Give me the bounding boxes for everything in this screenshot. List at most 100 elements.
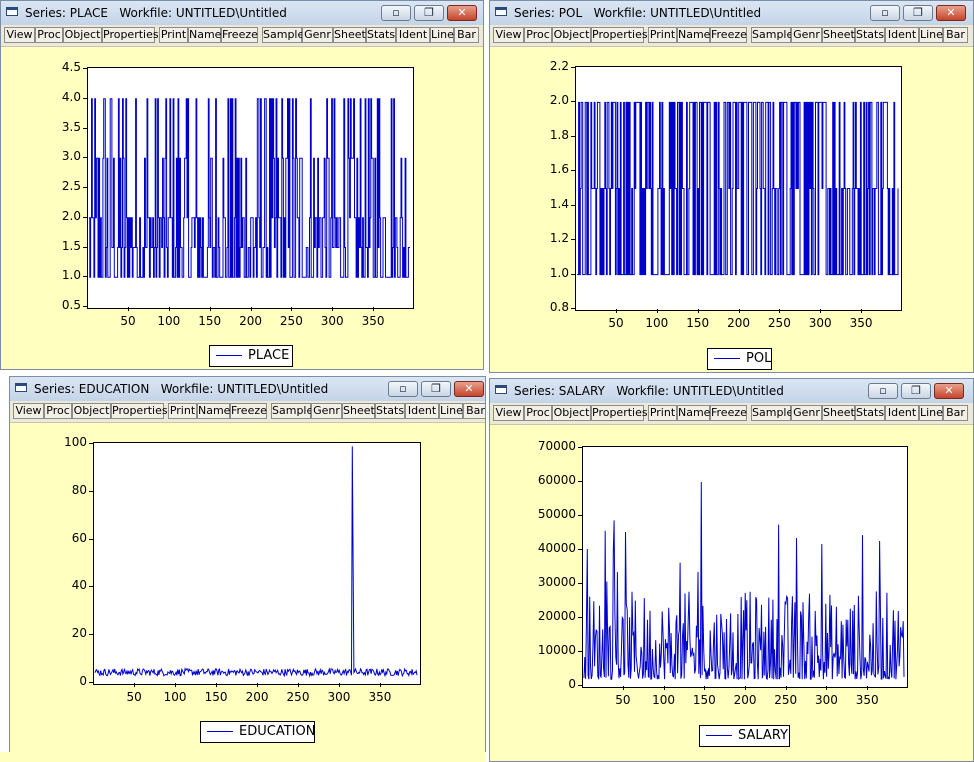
toolbar-button-print[interactable]: Print xyxy=(168,403,197,419)
toolbar-button-bar[interactable]: Bar xyxy=(943,27,968,43)
y-tick-mark xyxy=(571,67,575,68)
toolbar-button-object[interactable]: Object xyxy=(72,403,111,419)
y-tick-mark xyxy=(578,651,582,652)
toolbar-button-view[interactable]: View xyxy=(493,405,524,421)
y-tick-mark xyxy=(83,187,87,188)
minimize-button[interactable]: ▫ xyxy=(381,5,411,21)
series-window-education[interactable]: Series: EDUCATION Workfile: UNTITLED\Unt… xyxy=(9,376,486,762)
toolbar-button-line[interactable]: Line xyxy=(439,403,463,419)
close-icon: ✕ xyxy=(946,6,956,19)
y-tick-mark xyxy=(578,583,582,584)
y-tick-mark xyxy=(83,216,87,218)
toolbar-button-object[interactable]: Object xyxy=(63,27,102,43)
restore-button[interactable]: ❐ xyxy=(421,381,451,397)
status-strip xyxy=(0,752,486,762)
toolbar-button-properties[interactable]: Properties xyxy=(102,27,159,43)
object-toolbar: View Proc Object Properties Print Name Freeze S… xyxy=(10,401,485,423)
y-tick-label: 20 xyxy=(71,626,87,641)
toolbar-button-sample[interactable]: Sample xyxy=(751,405,793,421)
toolbar-button-freeze[interactable]: Freeze xyxy=(221,27,258,43)
toolbar-button-proc[interactable]: Proc xyxy=(44,403,72,419)
x-tick-mark xyxy=(338,683,340,687)
toolbar-button-stats[interactable]: Stats xyxy=(855,27,885,43)
toolbar-button-sheet[interactable]: Sheet xyxy=(342,403,375,419)
y-tick-label: 2.0 xyxy=(549,93,569,108)
toolbar-button-stats[interactable]: Stats xyxy=(375,403,405,419)
toolbar-button-freeze[interactable]: Freeze xyxy=(710,27,747,43)
title-bar[interactable]: Series: PLACE Workfile: UNTITLED\Untitle… xyxy=(1,1,483,25)
toolbar-button-bar[interactable]: Bar xyxy=(454,27,479,43)
toolbar-button-object[interactable]: Object xyxy=(552,27,591,43)
close-button[interactable]: ✕ xyxy=(936,5,966,21)
toolbar-button-freeze[interactable]: Freeze xyxy=(710,405,747,421)
toolbar-button-sample[interactable]: Sample xyxy=(262,27,304,43)
y-tick-label: 1.5 xyxy=(61,238,81,253)
toolbar-button-proc[interactable]: Proc xyxy=(524,405,552,421)
toolbar-button-name[interactable]: Name xyxy=(677,405,710,421)
x-tick-label: 50 xyxy=(120,314,136,328)
restore-button[interactable]: ❐ xyxy=(414,5,444,21)
toolbar-button-sample[interactable]: Sample xyxy=(751,27,793,43)
series-window-pol[interactable]: Series: POL Workfile: UNTITLED\Untitled … xyxy=(489,0,974,373)
toolbar-button-ident[interactable]: Ident xyxy=(885,405,919,421)
title-bar[interactable]: Series: EDUCATION Workfile: UNTITLED\Unt… xyxy=(10,377,485,401)
toolbar-button-line[interactable]: Line xyxy=(430,27,454,43)
toolbar-button-print[interactable]: Print xyxy=(648,27,677,43)
restore-button[interactable]: ❐ xyxy=(901,383,931,399)
toolbar-button-stats[interactable]: Stats xyxy=(366,27,396,43)
toolbar-button-sample[interactable]: Sample xyxy=(271,403,313,419)
toolbar-button-view[interactable]: View xyxy=(4,27,35,43)
toolbar-button-name[interactable]: Name xyxy=(188,27,221,43)
toolbar-button-name[interactable]: Name xyxy=(677,27,710,43)
toolbar-button-genr[interactable]: Genr xyxy=(791,405,822,421)
y-tick-label: 2.0 xyxy=(61,208,81,223)
toolbar-button-ident[interactable]: Ident xyxy=(405,403,439,419)
toolbar-button-print[interactable]: Print xyxy=(648,405,677,421)
toolbar-button-ident[interactable]: Ident xyxy=(885,27,919,43)
toolbar-button-ident[interactable]: Ident xyxy=(396,27,430,43)
series-window-place[interactable]: Series: PLACE Workfile: UNTITLED\Untitle… xyxy=(0,0,484,370)
window-title: Series: EDUCATION Workfile: UNTITLED\Unt… xyxy=(34,382,329,396)
restore-button[interactable]: ❐ xyxy=(903,5,933,21)
x-tick-label: 150 xyxy=(198,314,222,328)
toolbar-button-proc[interactable]: Proc xyxy=(35,27,63,43)
toolbar-button-properties[interactable]: Properties xyxy=(591,27,648,43)
title-bar[interactable]: Series: POL Workfile: UNTITLED\Untitled … xyxy=(490,1,973,25)
toolbar-button-object[interactable]: Object xyxy=(552,405,591,421)
toolbar-button-properties[interactable]: Properties xyxy=(111,403,168,419)
toolbar-button-proc[interactable]: Proc xyxy=(524,27,552,43)
x-tick-label: 150 xyxy=(204,690,228,704)
toolbar-button-name[interactable]: Name xyxy=(197,403,230,419)
chart-svg xyxy=(577,101,899,276)
toolbar-button-bar[interactable]: Bar xyxy=(463,403,485,419)
toolbar-button-genr[interactable]: Genr xyxy=(302,27,333,43)
toolbar-button-sheet[interactable]: Sheet xyxy=(333,27,366,43)
toolbar-button-sheet[interactable]: Sheet xyxy=(822,27,855,43)
title-bar[interactable]: Series: SALARY Workfile: UNTITLED\Untitl… xyxy=(490,379,973,403)
toolbar-button-stats[interactable]: Stats xyxy=(855,405,885,421)
x-tick-label: 250 xyxy=(286,690,310,704)
toolbar-button-genr[interactable]: Genr xyxy=(791,27,822,43)
close-button[interactable]: ✕ xyxy=(934,383,964,399)
minimize-button[interactable]: ▫ xyxy=(868,383,898,399)
minimize-button[interactable]: ▫ xyxy=(870,5,900,21)
toolbar-button-print[interactable]: Print xyxy=(159,27,188,43)
close-button[interactable]: ✕ xyxy=(447,5,477,21)
toolbar-button-freeze[interactable]: Freeze xyxy=(230,403,267,419)
toolbar-button-view[interactable]: View xyxy=(13,403,44,419)
x-tick-label: 100 xyxy=(157,314,181,328)
toolbar-button-properties[interactable]: Properties xyxy=(591,405,648,421)
minimize-button[interactable]: ▫ xyxy=(388,381,418,397)
toolbar-button-bar[interactable]: Bar xyxy=(943,405,968,421)
toolbar-button-line[interactable]: Line xyxy=(919,405,943,421)
y-tick-mark xyxy=(89,586,93,588)
y-tick-label: 30000 xyxy=(537,575,576,589)
close-button[interactable]: ✕ xyxy=(454,381,484,397)
y-tick-label: 1.0 xyxy=(549,265,569,280)
toolbar-button-line[interactable]: Line xyxy=(919,27,943,43)
toolbar-button-view[interactable]: View xyxy=(493,27,524,43)
toolbar-button-sheet[interactable]: Sheet xyxy=(822,405,855,421)
toolbar-button-genr[interactable]: Genr xyxy=(311,403,342,419)
minimize-icon: ▫ xyxy=(399,382,407,395)
series-window-salary[interactable]: Series: SALARY Workfile: UNTITLED\Untitl… xyxy=(489,378,974,762)
